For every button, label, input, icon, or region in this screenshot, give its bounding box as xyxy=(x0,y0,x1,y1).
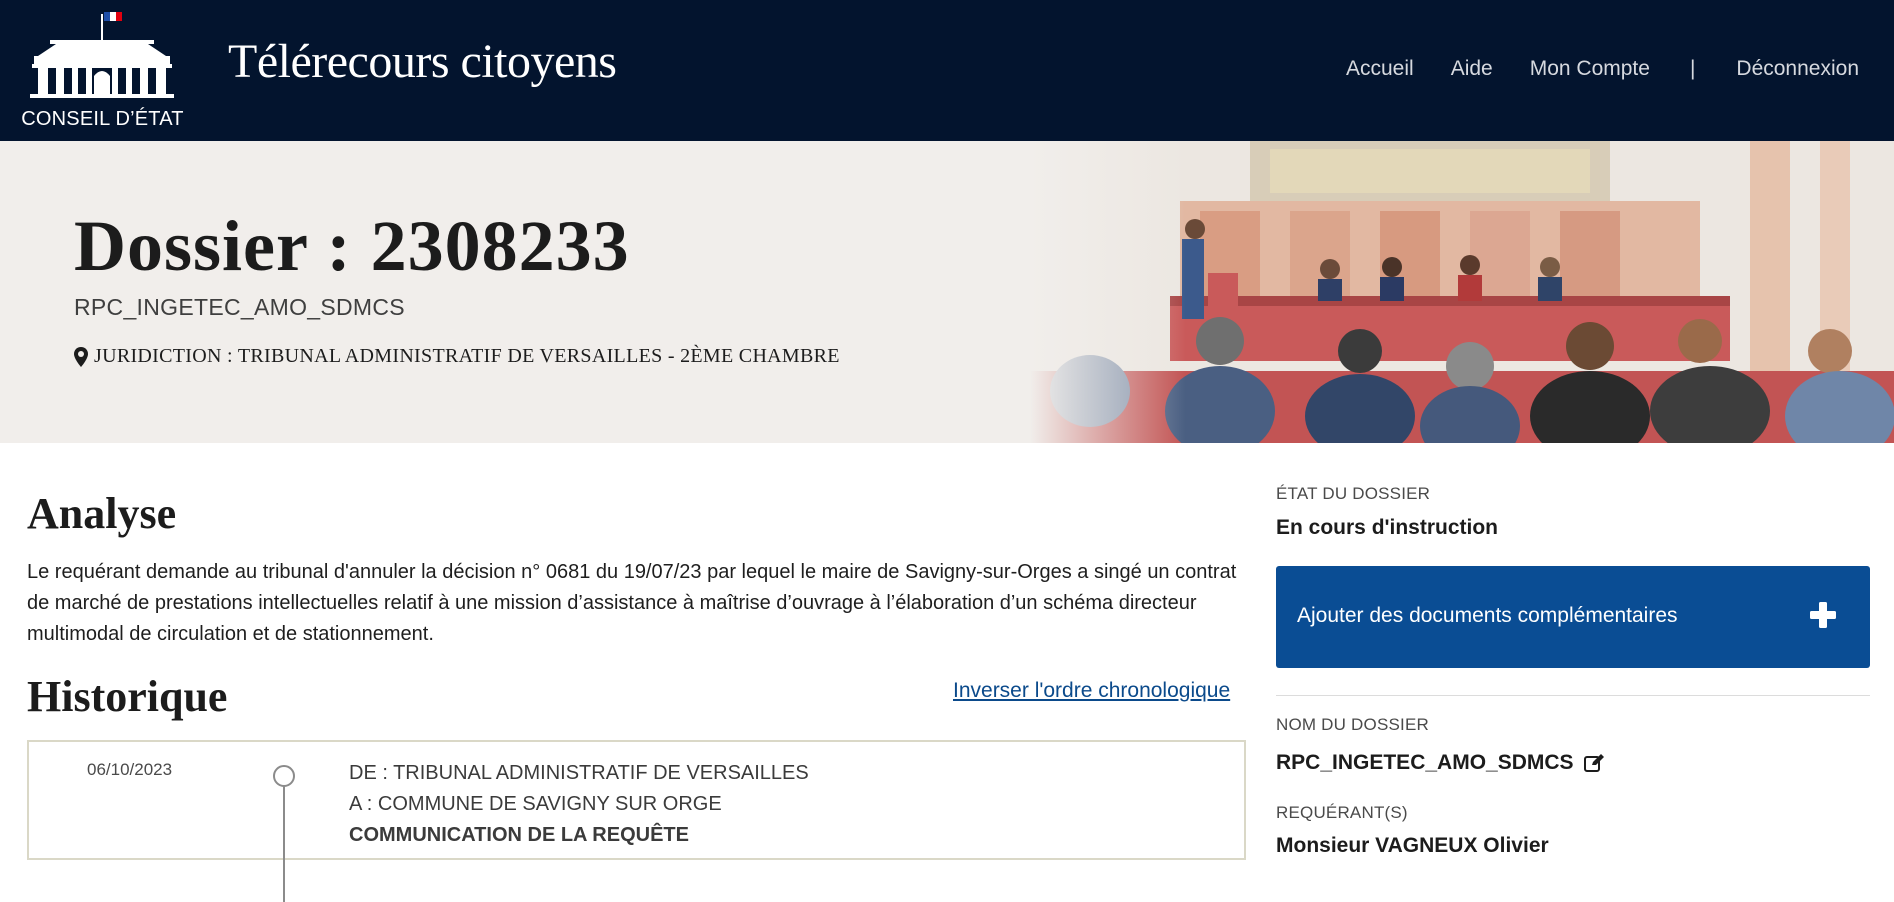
juridiction-line: JURIDICTION : TRIBUNAL ADMINISTRATIF DE … xyxy=(74,345,840,368)
entry-from: DE : TRIBUNAL ADMINISTRATIF DE VERSAILLE… xyxy=(349,762,809,784)
analyse-heading: Analyse xyxy=(27,489,177,538)
historique-heading: Historique xyxy=(27,672,228,721)
etat-dossier-value: En cours d'instruction xyxy=(1276,516,1499,539)
dossier-subtitle: RPC_INGETEC_AMO_SDMCS xyxy=(74,294,405,320)
analyse-text: Le requérant demande au tribunal d'annul… xyxy=(27,561,1237,645)
sidebar-divider xyxy=(1276,695,1870,696)
requerant-value: Monsieur VAGNEUX Olivier xyxy=(1276,834,1549,857)
invert-chronology-link[interactable]: Inverser l'ordre chronologique xyxy=(953,679,1230,703)
timeline-dot-icon xyxy=(273,765,295,787)
etat-dossier-label: ÉTAT DU DOSSIER xyxy=(1276,484,1431,503)
nom-dossier-row: RPC_INGETEC_AMO_SDMCS xyxy=(1276,751,1604,775)
nom-dossier-value: RPC_INGETEC_AMO_SDMCS xyxy=(1276,751,1574,774)
entry-date: 06/10/2023 xyxy=(87,760,173,779)
courtroom-illustration xyxy=(1030,141,1894,443)
add-documents-label: Ajouter des documents complémentaires xyxy=(1297,604,1678,627)
top-navbar: CONSEIL D’ÉTAT Télérecours citoyens Accu… xyxy=(0,0,1894,141)
nav-mon-compte[interactable]: Mon Compte xyxy=(1530,57,1650,81)
logo-text: CONSEIL D’ÉTAT xyxy=(21,108,184,130)
conseil-etat-logo[interactable]: CONSEIL D’ÉTAT xyxy=(20,8,185,132)
timeline-line xyxy=(283,782,285,902)
nom-dossier-label: NOM DU DOSSIER xyxy=(1276,715,1429,734)
entry-to: A : COMMUNE DE SAVIGNY SUR ORGE xyxy=(349,793,722,815)
nav-aide[interactable]: Aide xyxy=(1451,57,1493,81)
entry-event: COMMUNICATION DE LA REQUÊTE xyxy=(349,824,689,846)
juridiction-text: JURIDICTION : TRIBUNAL ADMINISTRATIF DE … xyxy=(94,345,840,367)
nav-separator: | xyxy=(1689,57,1696,80)
plus-icon xyxy=(1810,602,1836,628)
add-documents-button[interactable]: Ajouter des documents complémentaires xyxy=(1276,566,1870,668)
historique-entry: 06/10/2023 DE : TRIBUNAL ADMINISTRATIF D… xyxy=(27,740,1246,902)
requerant-label: REQUÉRANT(S) xyxy=(1276,803,1408,822)
dossier-title: Dossier : 2308233 xyxy=(74,206,630,286)
dossier-hero: Dossier : 2308233 RPC_INGETEC_AMO_SDMCS … xyxy=(0,141,1894,443)
main-nav: Accueil Aide Mon Compte | Déconnexion xyxy=(1309,57,1859,81)
entry-details: DE : TRIBUNAL ADMINISTRATIF DE VERSAILLE… xyxy=(349,758,809,851)
edit-icon[interactable] xyxy=(1583,754,1604,772)
map-marker-icon xyxy=(74,346,88,367)
app-title[interactable]: Télérecours citoyens xyxy=(228,34,617,89)
nav-accueil[interactable]: Accueil xyxy=(1346,57,1414,81)
nav-deconnexion[interactable]: Déconnexion xyxy=(1736,57,1859,81)
palais-royal-icon xyxy=(30,12,174,98)
